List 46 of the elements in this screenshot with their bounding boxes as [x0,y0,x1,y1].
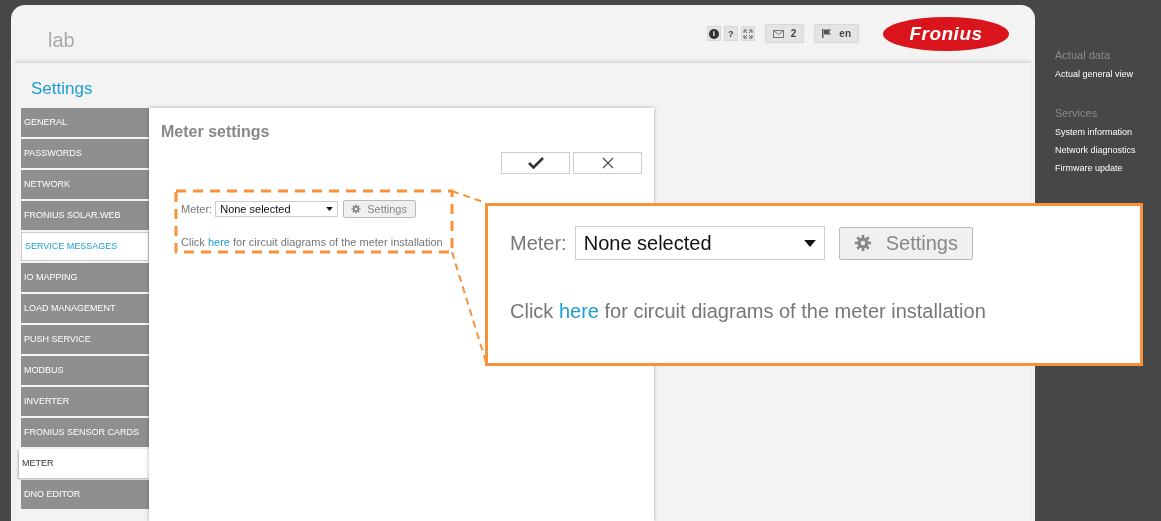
caret-icon [803,239,816,247]
sidebar-link[interactable]: System information [1055,127,1151,137]
site-name: lab [48,29,75,52]
menu-item[interactable]: GENERAL [21,108,149,137]
panel-title: Meter settings [160,122,271,141]
help-button[interactable]: ? [723,26,738,41]
hint-text: Click here for circuit diagrams of the meter installation [510,300,987,323]
check-icon [527,157,544,169]
here-link[interactable]: here [207,236,230,248]
here-link[interactable]: here [558,300,599,322]
close-icon [601,157,614,169]
menu-item[interactable]: NETWORK [21,170,149,199]
menu-item[interactable]: METER [19,449,149,478]
menu-item[interactable]: MODBUS [21,356,149,385]
sidebar-link[interactable]: Network diagnostics [1055,145,1151,155]
meter-select[interactable]: None selected [574,226,825,260]
menu-item[interactable]: INVERTER [21,387,149,416]
sidebar-heading: Services [1055,107,1099,119]
gear-icon [853,234,872,252]
sidebar-link[interactable]: Actual general view [1055,69,1151,79]
settings-button[interactable]: Settings [838,226,973,260]
messages-button[interactable]: 2 [764,24,805,43]
menu-item[interactable]: PUSH SERVICE [21,325,149,354]
menu-item[interactable]: LOAD MANAGEMENT [21,294,149,323]
menu-item[interactable]: FRONIUS SENSOR CARDS [21,418,149,447]
info-button[interactable]: i [706,26,721,41]
meter-label: Meter: [181,203,213,215]
menu-item[interactable]: DNO EDITOR [21,480,149,509]
sidebar-heading: Actual data [1055,49,1112,61]
sidebar-link[interactable]: Firmware update [1055,163,1151,173]
menu-item[interactable]: IO MAPPING [21,263,149,292]
flag-icon [822,29,833,38]
fullscreen-button[interactable] [740,26,755,41]
fronius-logo[interactable]: Fronius [883,16,1009,51]
language-button[interactable]: en [814,24,859,43]
meter-label: Meter: [510,231,567,255]
settings-button[interactable]: Settings [343,200,416,218]
confirm-button[interactable] [501,152,570,174]
envelope-icon [772,29,784,38]
gear-icon [351,204,362,214]
caret-icon [326,207,334,211]
menu-item[interactable]: SERVICE MESSAGES [21,232,149,261]
menu-item[interactable]: FRONIUS SOLAR.WEB [21,201,149,230]
meter-select[interactable]: None selected [215,201,339,217]
menu-item[interactable]: PASSWORDS [21,139,149,168]
page-title: Settings [30,78,94,100]
